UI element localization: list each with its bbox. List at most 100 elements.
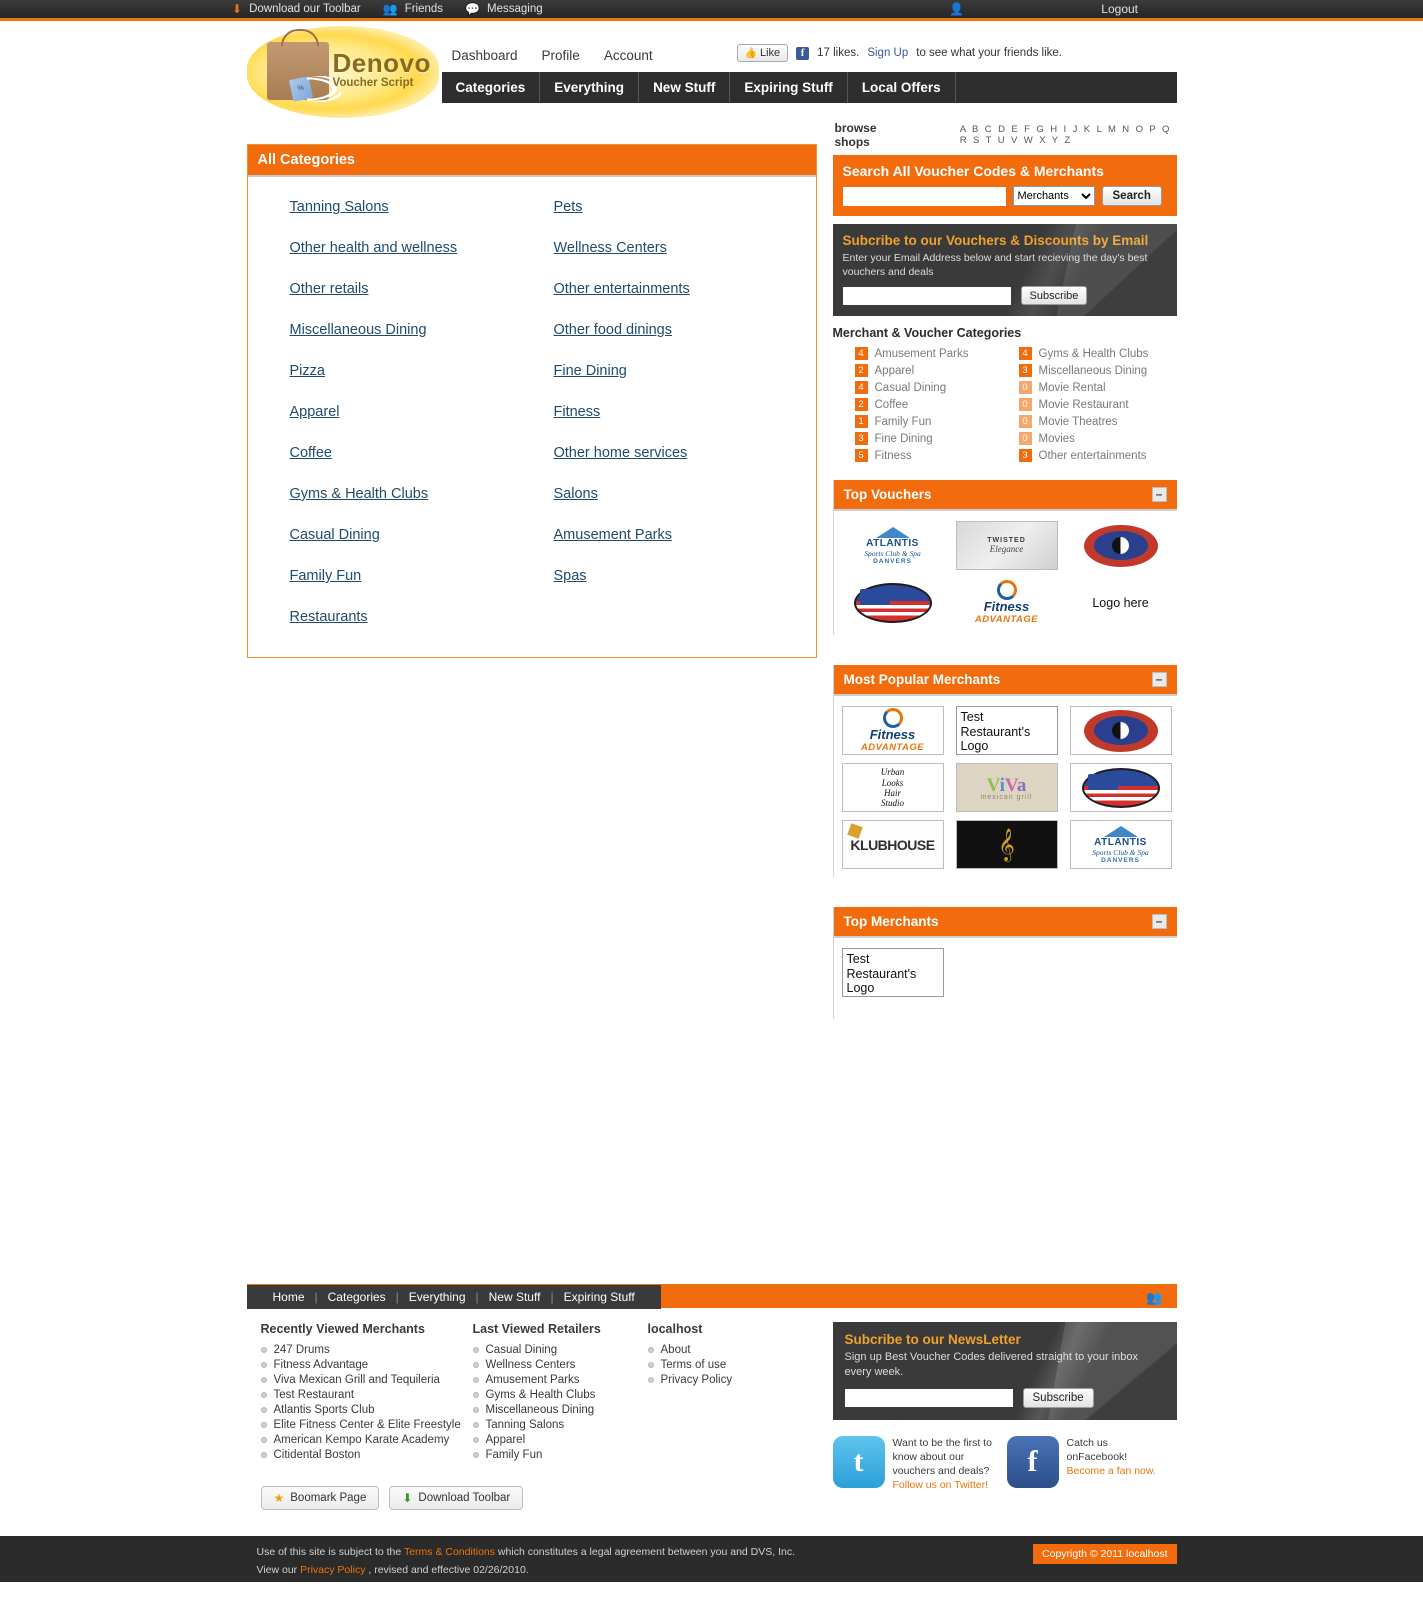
merchant-logo-atlantis[interactable]: ATLANTIS Sports Club & Spa DANVERS (1069, 820, 1172, 870)
category-link[interactable]: Pets (554, 199, 583, 215)
merchant-category-row[interactable]: 2 Coffee (854, 398, 1013, 412)
list-item-label[interactable]: Terms of use (661, 1359, 727, 1371)
voucher-logo-fitness-advantage[interactable]: Fitness ADVANTAGE (955, 578, 1058, 628)
merchant-logo-urban-looks[interactable]: Urban Looks Hair Studio (841, 763, 944, 813)
email-subscribe-input[interactable] (842, 286, 1011, 305)
merchant-category-row[interactable]: 4 Casual Dining (854, 381, 1013, 395)
category-link[interactable]: Other retails (290, 281, 369, 297)
merchant-category-row[interactable]: 5 Fitness (854, 449, 1013, 463)
list-item-label[interactable]: American Kempo Karate Academy (274, 1434, 450, 1446)
merchant-logo-viva[interactable]: ViVa mexican grill (955, 763, 1058, 813)
merchant-category-row[interactable]: 0 Movies (1018, 432, 1177, 446)
category-link[interactable]: Other home services (554, 445, 688, 461)
download-toolbar-button[interactable]: ⬇ Download Toolbar (389, 1486, 524, 1510)
merchant-category-row[interactable]: 0 Movie Rental (1018, 381, 1177, 395)
footer-nav-everything[interactable]: Everything (399, 1290, 476, 1304)
facebook-like-button[interactable]: 👍 Like (736, 44, 789, 62)
merchant-logo-music-room[interactable]: 𝄞 (955, 820, 1058, 870)
category-link[interactable]: Fine Dining (554, 363, 627, 379)
twitter-follow-link[interactable]: Follow us on Twitter! (893, 1479, 989, 1491)
footer-nav-categories[interactable]: Categories (318, 1290, 396, 1304)
privacy-policy-link[interactable]: Privacy Policy (300, 1564, 365, 1576)
merchant-category-row[interactable]: 0 Movie Theatres (1018, 415, 1177, 429)
list-item-label[interactable]: Apparel (486, 1434, 526, 1446)
list-item-label[interactable]: Viva Mexican Grill and Tequileria (274, 1374, 440, 1386)
facebook-fan-link[interactable]: Become a fan now. (1067, 1465, 1156, 1477)
category-link[interactable]: Family Fun (290, 568, 362, 584)
voucher-logo-karate[interactable] (1069, 521, 1172, 571)
list-item-label[interactable]: Gyms & Health Clubs (486, 1389, 596, 1401)
tab-local-offers[interactable]: Local Offers (848, 72, 956, 103)
category-link[interactable]: Other health and wellness (290, 240, 458, 256)
merchant-category-row[interactable]: 4 Gyms & Health Clubs (1018, 347, 1177, 361)
site-logo[interactable]: % Denovo Voucher Script (246, 26, 439, 118)
minimize-icon[interactable]: – (1151, 672, 1167, 688)
minimize-icon[interactable]: – (1151, 914, 1167, 930)
merchant-category-row[interactable]: 4 Amusement Parks (854, 347, 1013, 361)
newsletter-subscribe-button[interactable]: Subscribe (1022, 1387, 1094, 1408)
facebook-icon[interactable]: f (1006, 1435, 1059, 1488)
footer-nav-expiring-stuff[interactable]: Expiring Stuff (554, 1290, 645, 1304)
download-toolbar-link[interactable]: ⬇ Download our Toolbar (232, 3, 361, 15)
category-link[interactable]: Spas (554, 568, 587, 584)
newsletter-email-input[interactable] (844, 1388, 1013, 1407)
voucher-logo-elite-freestyle[interactable] (841, 578, 944, 628)
list-item-label[interactable]: Miscellaneous Dining (486, 1404, 595, 1416)
email-subscribe-button[interactable]: Subscribe (1020, 286, 1088, 306)
voucher-logo-atlantis[interactable]: ATLANTIS Sports Club & Spa DANVERS (841, 521, 944, 571)
people-icon[interactable]: 👥 (1146, 1290, 1162, 1306)
merchant-category-row[interactable]: 0 Movie Restaurant (1018, 398, 1177, 412)
bookmark-page-button[interactable]: ★ Boomark Page (260, 1486, 380, 1510)
list-item-label[interactable]: About (661, 1344, 691, 1356)
alphabet-index[interactable]: A B C D E F G H I J K L M N O P Q R S T … (960, 124, 1177, 146)
tab-everything[interactable]: Everything (540, 72, 640, 103)
list-item-label[interactable]: Atlantis Sports Club (274, 1404, 375, 1416)
merchant-logo-fitness-advantage[interactable]: Fitness ADVANTAGE (841, 706, 944, 756)
category-link[interactable]: Fitness (554, 404, 601, 420)
category-link[interactable]: Tanning Salons (290, 199, 389, 215)
tab-categories[interactable]: Categories (442, 72, 541, 103)
list-item-label[interactable]: Wellness Centers (486, 1359, 576, 1371)
merchant-category-row[interactable]: 3 Fine Dining (854, 432, 1013, 446)
facebook-signup-link[interactable]: Sign Up (867, 47, 908, 59)
search-scope-select[interactable]: Merchants Vouchers (1012, 186, 1095, 206)
category-link[interactable]: Gyms & Health Clubs (290, 486, 429, 502)
category-link[interactable]: Other entertainments (554, 281, 690, 297)
category-link[interactable]: Salons (554, 486, 598, 502)
friends-link[interactable]: 👥 Friends (383, 3, 443, 15)
voucher-logo-placeholder[interactable]: Logo here (1069, 578, 1172, 628)
merchant-logo-test-restaurant[interactable]: Test Restaurant's Logo (955, 706, 1058, 756)
merchant-category-row[interactable]: 2 Apparel (854, 364, 1013, 378)
category-link[interactable]: Coffee (290, 445, 332, 461)
twitter-icon[interactable]: t (832, 1435, 885, 1488)
footer-nav-home[interactable]: Home (263, 1290, 315, 1304)
list-item-label[interactable]: Amusement Parks (486, 1374, 580, 1386)
logout-link[interactable]: Logout (1101, 2, 1138, 16)
voucher-logo-twisted-elegance[interactable]: TWISTED Elegance (955, 521, 1058, 571)
nav-profile[interactable]: Profile (542, 48, 580, 63)
footer-nav-new-stuff[interactable]: New Stuff (479, 1290, 551, 1304)
search-button[interactable]: Search (1101, 186, 1162, 206)
minimize-icon[interactable]: – (1151, 487, 1167, 503)
list-item-label[interactable]: Test Restaurant (274, 1389, 355, 1401)
list-item-label[interactable]: Privacy Policy (661, 1374, 733, 1386)
category-link[interactable]: Other food dinings (554, 322, 673, 338)
tab-new-stuff[interactable]: New Stuff (639, 72, 731, 103)
category-link[interactable]: Casual Dining (290, 527, 380, 543)
tab-expiring-stuff[interactable]: Expiring Stuff (730, 72, 848, 103)
list-item-label[interactable]: Elite Fitness Center & Elite Freestyle (274, 1419, 461, 1431)
category-link[interactable]: Restaurants (290, 609, 368, 625)
category-link[interactable]: Wellness Centers (554, 240, 667, 256)
top-merchant-logo-test-restaurant[interactable]: Test Restaurant's Logo (841, 948, 944, 998)
category-link[interactable]: Apparel (290, 404, 340, 420)
merchant-category-row[interactable]: 1 Family Fun (854, 415, 1013, 429)
merchant-logo-klubhouse[interactable]: KLUBHOUSE (841, 820, 944, 870)
messaging-link[interactable]: 💬 Messaging (465, 3, 543, 15)
category-link[interactable]: Miscellaneous Dining (290, 322, 427, 338)
search-input[interactable] (842, 186, 1006, 206)
list-item-label[interactable]: Citidental Boston (274, 1449, 361, 1461)
merchant-category-row[interactable]: 3 Miscellaneous Dining (1018, 364, 1177, 378)
nav-account[interactable]: Account (604, 48, 653, 63)
merchant-logo-karate[interactable] (1069, 706, 1172, 756)
list-item-label[interactable]: Fitness Advantage (274, 1359, 369, 1371)
